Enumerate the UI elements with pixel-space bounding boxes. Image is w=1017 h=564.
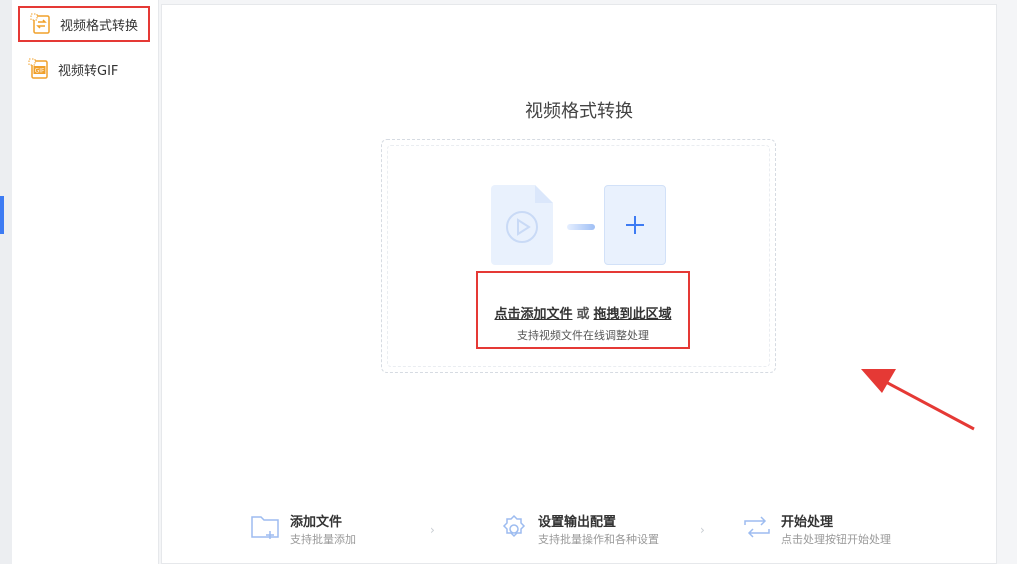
step-separator: › — [700, 523, 705, 537]
steps-bar: 添加文件 支持批量添加 › 设置输出配置 支持批量操作和各种设置 › 开始处理 … — [162, 503, 996, 553]
drop-zone-instruction: 点击添加文件或拖拽到此区域 — [478, 303, 688, 322]
add-folder-icon — [251, 516, 279, 539]
video-file-icon — [491, 185, 553, 265]
step-title: 开始处理 — [781, 515, 834, 530]
step-output-settings: 设置输出配置 支持批量操作和各种设置 — [498, 503, 688, 553]
connector-line — [567, 224, 595, 230]
drag-here-text: 拖拽到此区域 — [593, 307, 672, 322]
step-desc: 点击处理按钮开始处理 — [781, 533, 891, 546]
step-title: 设置输出配置 — [538, 515, 617, 530]
or-text: 或 — [576, 307, 590, 322]
main-panel: 视频格式转换 点击添加文件或拖拽到此区域 支持视频文件在线调整处理 添加文件 支… — [161, 4, 997, 564]
step-title: 添加文件 — [290, 515, 343, 530]
add-plus-icon[interactable] — [604, 185, 666, 265]
step-desc: 支持批量操作和各种设置 — [538, 533, 659, 546]
sidebar-item-video-convert[interactable]: 视频格式转换 — [18, 6, 150, 42]
gif-icon: GIF — [28, 58, 50, 80]
click-add-file-link[interactable]: 点击添加文件 — [494, 307, 572, 322]
settings-gear-icon — [502, 514, 526, 538]
page-title: 视频格式转换 — [525, 101, 633, 122]
svg-text:GIF: GIF — [35, 68, 45, 75]
sidebar: 视频格式转换 GIF 视频转GIF — [12, 0, 159, 564]
step-start-process: 开始处理 点击处理按钮开始处理 — [741, 503, 931, 553]
annotation-arrow — [861, 369, 975, 431]
step-separator: › — [430, 523, 435, 537]
process-cycle-icon — [744, 516, 770, 538]
sidebar-item-label: 视频转GIF — [58, 63, 119, 79]
app-edge — [0, 0, 12, 564]
window-edge-marker — [0, 196, 4, 234]
step-desc: 支持批量添加 — [290, 533, 356, 546]
sidebar-item-label: 视频格式转换 — [60, 18, 139, 34]
sidebar-item-video-to-gif[interactable]: GIF 视频转GIF — [18, 51, 154, 87]
video-convert-icon — [30, 13, 52, 35]
step-add-file: 添加文件 支持批量添加 — [250, 503, 390, 553]
drop-zone-subtitle: 支持视频文件在线调整处理 — [517, 329, 649, 342]
drop-zone-text-highlight: 点击添加文件或拖拽到此区域 支持视频文件在线调整处理 — [476, 271, 690, 349]
